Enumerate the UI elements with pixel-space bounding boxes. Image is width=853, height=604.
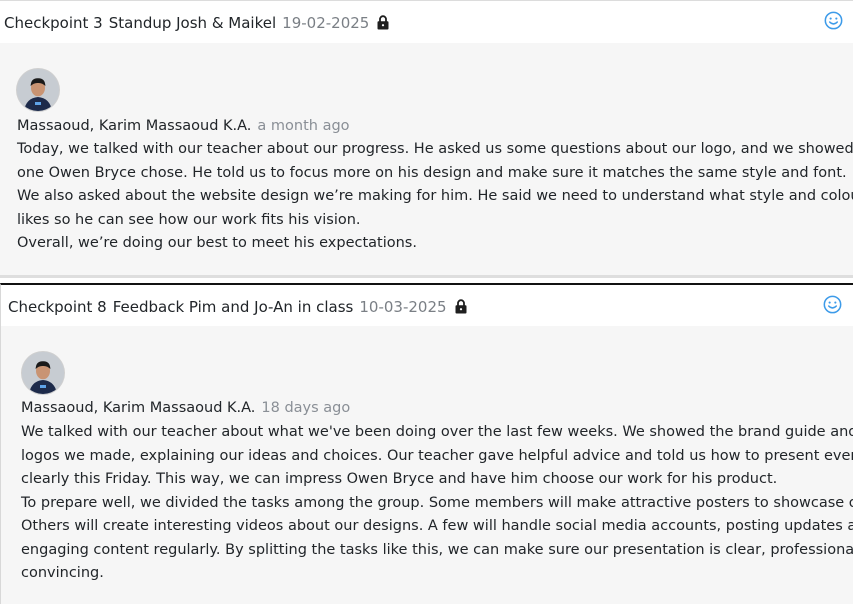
text-line: Today, we talked with our teacher about … — [17, 141, 853, 157]
text-line: We talked with our teacher about what we… — [21, 424, 853, 440]
checkpoint-date: 10-03-2025 — [359, 298, 447, 316]
card-title-line: Checkpoint 3 Standup Josh & Maikel 19-02-2… — [4, 14, 389, 32]
checkpoint-title: Feedback Pim and Jo-An in class — [112, 298, 354, 316]
lock-icon — [455, 299, 467, 314]
lock-icon — [377, 15, 389, 30]
feedback-card: Checkpoint 8 Feedback Pim and Jo-An in cl… — [0, 283, 853, 604]
card-header: Checkpoint 8 Feedback Pim and Jo-An in cl… — [1, 285, 853, 326]
text-line: clearly this Friday. This way, we can im… — [21, 471, 778, 487]
checkpoint-date: 19-02-2025 — [282, 14, 370, 32]
feedback-text: We talked with our teacher about what we… — [21, 421, 853, 586]
text-line: engaging content regularly. By splitting… — [21, 541, 853, 558]
text-line: logos we made, explaining our ideas and … — [21, 447, 853, 464]
text-line: To prepare well, we divided the tasks am… — [21, 494, 853, 511]
author-name: Massaoud, Karim Massaoud K.A. — [21, 400, 256, 416]
checkpoint-label: Checkpoint 3 — [4, 14, 103, 32]
feedback-text: Today, we talked with our teacher about … — [17, 138, 853, 256]
timestamp: 18 days ago — [261, 400, 351, 416]
smile-icon[interactable] — [824, 11, 843, 30]
text-line: convincing. — [21, 565, 104, 581]
smile-icon[interactable] — [823, 295, 842, 314]
author-line: Massaoud, Karim Massaoud K.A. 18 days ago — [21, 399, 350, 417]
avatar — [22, 352, 64, 394]
text-line: We also asked about the website design w… — [17, 188, 853, 204]
author-line: Massaoud, Karim Massaoud K.A. a month ago — [17, 117, 350, 135]
text-line: Others will create interesting videos ab… — [21, 518, 853, 534]
card-title-line: Checkpoint 8 Feedback Pim and Jo-An in cl… — [8, 298, 467, 316]
text-line: Overall, we’re doing our best to meet hi… — [17, 235, 417, 251]
avatar — [17, 69, 59, 111]
text-line: likes so he can see how our work fits hi… — [17, 211, 361, 228]
feedback-card: Checkpoint 3 Standup Josh & Maikel 19-02-2… — [0, 0, 853, 278]
checkpoint-title: Standup Josh & Maikel — [108, 14, 277, 32]
author-name: Massaoud, Karim Massaoud K.A. — [17, 118, 252, 134]
timestamp: a month ago — [257, 118, 350, 134]
checkpoint-label: Checkpoint 8 — [8, 298, 107, 316]
text-line: one Owen Bryce chose. He told us to focu… — [17, 164, 847, 181]
card-header: Checkpoint 3 Standup Josh & Maikel 19-02-2… — [0, 1, 853, 43]
